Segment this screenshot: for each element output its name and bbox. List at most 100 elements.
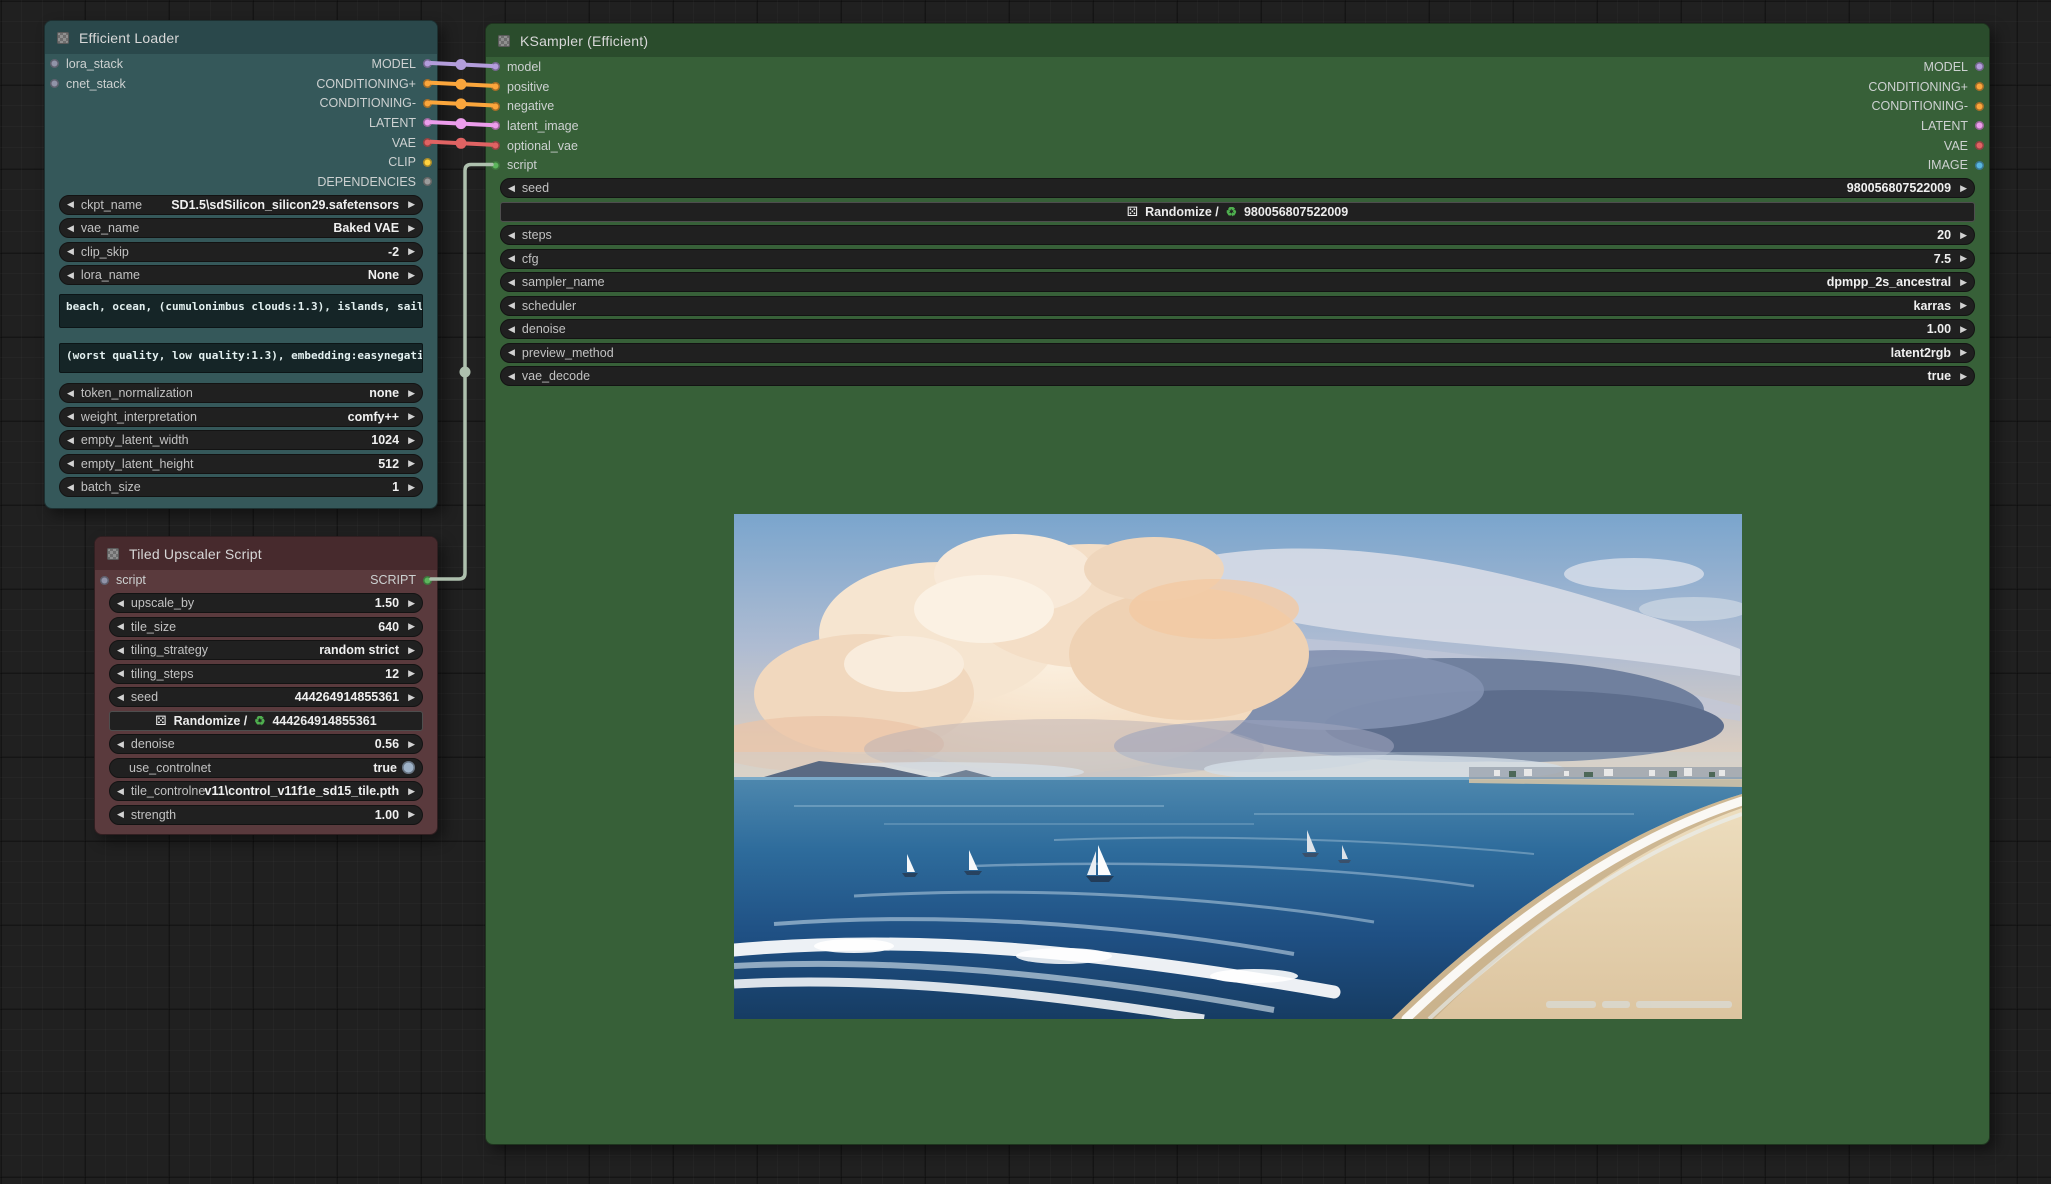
slot-dot-icon[interactable] [423,177,432,186]
widget-sampler-name[interactable]: ◀ sampler_name dpmpp_2s_ancestral ▶ [500,272,1975,292]
increment-arrow-icon[interactable]: ▶ [1960,278,1967,287]
increment-arrow-icon[interactable]: ▶ [408,271,415,280]
output-slot-latent[interactable]: LATENT [369,116,432,130]
output-slot-vae[interactable]: VAE [392,136,432,150]
widget-empty-latent-width[interactable]: ◀ empty_latent_width 1024 ▶ [59,430,423,450]
widget-tiling-steps[interactable]: ◀ tiling_steps 12 ▶ [109,664,423,684]
input-slot-negative[interactable]: negative [491,99,554,113]
widget-tile-controlnet[interactable]: ◀ tile_controlnet v11\control_v11f1e_sd1… [109,781,423,801]
widget-denoise[interactable]: ◀ denoise 0.56 ▶ [109,734,423,754]
widget-batch-size[interactable]: ◀ batch_size 1 ▶ [59,477,423,497]
increment-arrow-icon[interactable]: ▶ [1960,372,1967,381]
input-slot-model[interactable]: model [491,60,541,74]
output-slot-latent[interactable]: LATENT [1921,119,1984,133]
slot-dot-icon[interactable] [491,121,500,130]
positive-prompt-textarea[interactable]: beach, ocean, (cumulonimbus clouds:1.3),… [59,294,423,328]
decrement-arrow-icon[interactable]: ◀ [117,622,124,631]
input-slot-optional-vae[interactable]: optional_vae [491,139,578,153]
increment-arrow-icon[interactable]: ▶ [408,436,415,445]
node-ksampler-efficient[interactable]: KSampler (Efficient) model MODEL positiv… [485,23,1990,1145]
slot-dot-icon[interactable] [1975,102,1984,111]
widget-empty-latent-height[interactable]: ◀ empty_latent_height 512 ▶ [59,454,423,474]
widget-vae-name[interactable]: ◀ vae_name Baked VAE ▶ [59,218,423,238]
increment-arrow-icon[interactable]: ▶ [408,669,415,678]
decrement-arrow-icon[interactable]: ◀ [117,669,124,678]
decrement-arrow-icon[interactable]: ◀ [508,231,515,240]
decrement-arrow-icon[interactable]: ◀ [117,740,124,749]
input-slot-script[interactable]: script [100,573,146,587]
widget-steps[interactable]: ◀ steps 20 ▶ [500,225,1975,245]
increment-arrow-icon[interactable]: ▶ [1960,301,1967,310]
decrement-arrow-icon[interactable]: ◀ [117,599,124,608]
increment-arrow-icon[interactable]: ▶ [408,224,415,233]
output-slot-conditioning-plus[interactable]: CONDITIONING+ [1868,80,1984,94]
randomize-seed-button[interactable]: ⚄ Randomize / ♻ 980056807522009 [500,202,1975,222]
decrement-arrow-icon[interactable]: ◀ [67,224,74,233]
output-slot-vae[interactable]: VAE [1944,139,1984,153]
decrement-arrow-icon[interactable]: ◀ [67,412,74,421]
increment-arrow-icon[interactable]: ▶ [1960,325,1967,334]
widget-clip-skip[interactable]: ◀ clip_skip -2 ▶ [59,242,423,262]
output-slot-dependencies[interactable]: DEPENDENCIES [317,175,432,189]
slot-dot-icon[interactable] [423,99,432,108]
input-slot-cnet-stack[interactable]: cnet_stack [50,77,126,91]
slot-dot-icon[interactable] [1975,161,1984,170]
slot-dot-icon[interactable] [1975,62,1984,71]
input-slot-script[interactable]: script [491,158,537,172]
increment-arrow-icon[interactable]: ▶ [408,389,415,398]
decrement-arrow-icon[interactable]: ◀ [67,200,74,209]
output-slot-conditioning-minus[interactable]: CONDITIONING- [1871,99,1984,113]
increment-arrow-icon[interactable]: ▶ [408,810,415,819]
decrement-arrow-icon[interactable]: ◀ [508,348,515,357]
decrement-arrow-icon[interactable]: ◀ [508,325,515,334]
slot-dot-icon[interactable] [491,161,500,170]
negative-prompt-textarea[interactable]: (worst quality, low quality:1.3), embedd… [59,343,423,373]
decrement-arrow-icon[interactable]: ◀ [67,459,74,468]
increment-arrow-icon[interactable]: ▶ [408,622,415,631]
widget-vae-decode[interactable]: ◀ vae_decode true ▶ [500,366,1975,386]
decrement-arrow-icon[interactable]: ◀ [117,646,124,655]
widget-strength[interactable]: ◀ strength 1.00 ▶ [109,805,423,825]
slot-dot-icon[interactable] [491,82,500,91]
widget-scheduler[interactable]: ◀ scheduler karras ▶ [500,296,1975,316]
node-title-bar[interactable]: Efficient Loader [45,21,437,54]
increment-arrow-icon[interactable]: ▶ [1960,348,1967,357]
randomize-seed-button[interactable]: ⚄ Randomize / ♻ 444264914855361 [109,711,423,731]
slot-dot-icon[interactable] [423,59,432,68]
output-slot-conditioning-minus[interactable]: CONDITIONING- [319,96,432,110]
output-slot-script[interactable]: SCRIPT [370,573,432,587]
output-slot-conditioning-plus[interactable]: CONDITIONING+ [316,77,432,91]
widget-cfg[interactable]: ◀ cfg 7.5 ▶ [500,249,1975,269]
decrement-arrow-icon[interactable]: ◀ [67,483,74,492]
widget-ckpt-name[interactable]: ◀ ckpt_name SD1.5\sdSilicon_silicon29.sa… [59,195,423,215]
graph-canvas[interactable]: Efficient Loader lora_stack MODEL cnet_s… [0,0,2051,1184]
node-efficient-loader[interactable]: Efficient Loader lora_stack MODEL cnet_s… [44,20,438,509]
slot-dot-icon[interactable] [491,141,500,150]
widget-weight-interpretation[interactable]: ◀ weight_interpretation comfy++ ▶ [59,407,423,427]
output-slot-clip[interactable]: CLIP [388,155,432,169]
decrement-arrow-icon[interactable]: ◀ [508,184,515,193]
input-slot-lora-stack[interactable]: lora_stack [50,57,123,71]
node-title-bar[interactable]: KSampler (Efficient) [486,24,1989,57]
decrement-arrow-icon[interactable]: ◀ [67,389,74,398]
increment-arrow-icon[interactable]: ▶ [408,247,415,256]
increment-arrow-icon[interactable]: ▶ [1960,184,1967,193]
slot-dot-icon[interactable] [1975,121,1984,130]
increment-arrow-icon[interactable]: ▶ [408,646,415,655]
increment-arrow-icon[interactable]: ▶ [1960,254,1967,263]
slot-dot-icon[interactable] [423,79,432,88]
decrement-arrow-icon[interactable]: ◀ [508,372,515,381]
increment-arrow-icon[interactable]: ▶ [408,200,415,209]
widget-seed[interactable]: ◀ seed 980056807522009 ▶ [500,178,1975,198]
input-slot-latent-image[interactable]: latent_image [491,119,579,133]
decrement-arrow-icon[interactable]: ◀ [508,278,515,287]
increment-arrow-icon[interactable]: ▶ [408,459,415,468]
decrement-arrow-icon[interactable]: ◀ [117,810,124,819]
slot-dot-icon[interactable] [100,576,109,585]
slot-dot-icon[interactable] [423,118,432,127]
slot-dot-icon[interactable] [50,79,59,88]
widget-lora-name[interactable]: ◀ lora_name None ▶ [59,265,423,285]
slot-dot-icon[interactable] [1975,82,1984,91]
slot-dot-icon[interactable] [50,59,59,68]
output-slot-image[interactable]: IMAGE [1928,158,1984,172]
